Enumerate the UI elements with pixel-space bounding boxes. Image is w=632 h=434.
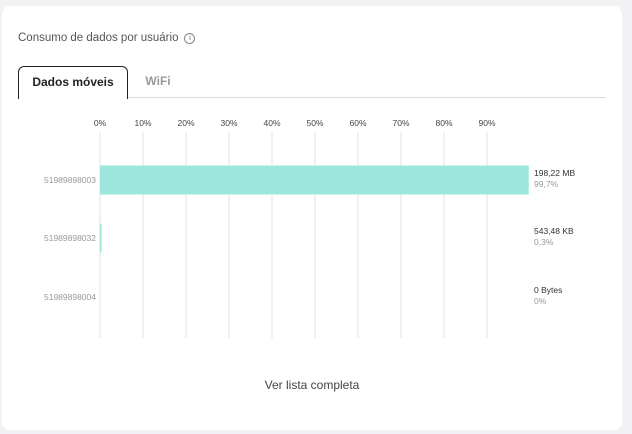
x-tick-label: 90% — [478, 118, 495, 128]
x-tick-label: 30% — [220, 118, 237, 128]
data-usage-card: Consumo de dados por usuário i Dados móv… — [2, 6, 622, 430]
x-tick-label: 60% — [349, 118, 366, 128]
x-tick-label: 80% — [435, 118, 452, 128]
bar-percent-label: 0,3% — [534, 237, 554, 247]
see-full-list-link[interactable]: Ver lista completa — [2, 378, 622, 392]
info-icon[interactable]: i — [184, 32, 196, 44]
x-tick-label: 20% — [177, 118, 194, 128]
bar-value-label: 0 Bytes — [534, 285, 562, 295]
card-header: Consumo de dados por usuário i — [18, 32, 196, 44]
bar-value-label: 198,22 MB — [534, 168, 575, 178]
x-tick-label: 10% — [134, 118, 151, 128]
category-label: 51989898032 — [44, 233, 96, 243]
x-tick-label: 40% — [263, 118, 280, 128]
tab-wifi[interactable]: WiFi — [138, 66, 178, 97]
bar-value-label: 543,48 KB — [534, 226, 574, 236]
bar — [100, 165, 529, 195]
category-label: 51989898003 — [44, 175, 96, 185]
bar-percent-label: 0% — [534, 296, 547, 306]
bar-percent-label: 99,7% — [534, 179, 559, 189]
tab-bar: Dados móveis WiFi — [18, 66, 606, 99]
x-tick-label: 0% — [94, 118, 107, 128]
bar — [100, 223, 102, 253]
x-tick-label: 70% — [392, 118, 409, 128]
tab-mobile-data[interactable]: Dados móveis — [18, 66, 128, 99]
category-label: 51989898004 — [44, 292, 96, 302]
card-title: Consumo de dados por usuário — [18, 32, 179, 44]
x-tick-label: 50% — [306, 118, 323, 128]
usage-bar-chart: 0% 10% 20% 30% 40% 50% 60% 70% 80% 90% 51989898003… — [44, 118, 575, 338]
